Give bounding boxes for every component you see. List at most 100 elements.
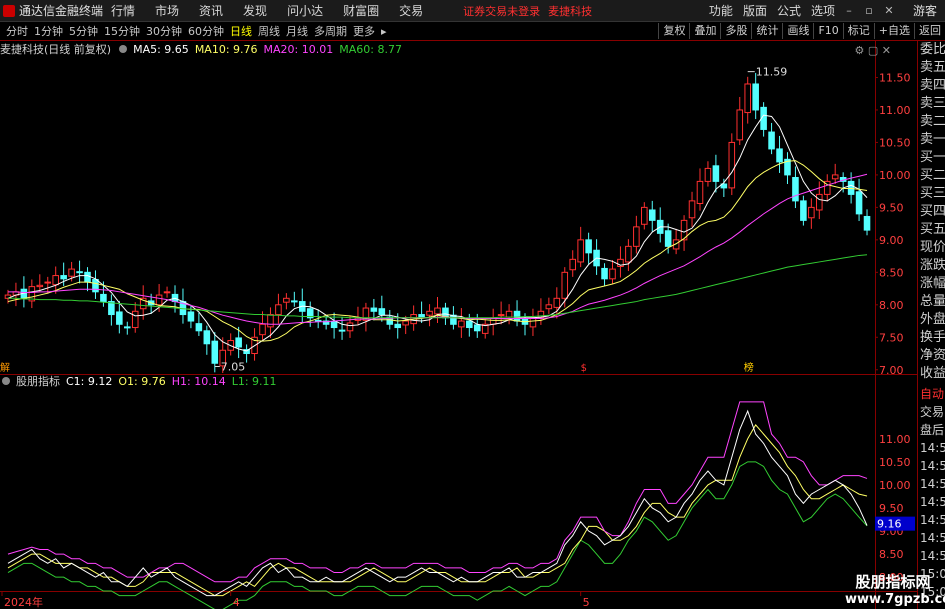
sidebar-lower-item-5[interactable]: 14:56 <box>918 475 945 493</box>
sidebar-lower-item-7[interactable]: 14:56 <box>918 511 945 529</box>
sidebar-lower-item-0[interactable]: 自动 <box>918 385 945 403</box>
candle-body <box>124 326 131 329</box>
tool-add-watchlist[interactable]: +自选 <box>873 23 914 39</box>
menu-function[interactable]: 功能 <box>709 2 733 19</box>
menu-item-wealth[interactable]: 财富圈 <box>343 2 379 19</box>
more-arrow-icon[interactable]: ▸ <box>381 25 387 38</box>
ma10-value: MA10: 9.76 <box>194 42 258 56</box>
candle-body <box>688 200 696 219</box>
time-axis-label: 5 <box>583 596 590 609</box>
tool-overlay[interactable]: 叠加 <box>689 23 720 39</box>
period-30min[interactable]: 30分钟 <box>146 23 182 39</box>
sidebar-item-9[interactable]: 买四 <box>918 203 945 221</box>
sidebar-item-11[interactable]: 现价 <box>918 239 945 257</box>
candle-body <box>60 275 67 280</box>
tool-adjust[interactable]: 复权 <box>658 23 689 39</box>
close-icon[interactable]: ✕ <box>883 4 895 17</box>
candle-body <box>792 177 799 202</box>
menu-item-assistant[interactable]: 问小达 <box>287 2 323 19</box>
sidebar-item-17[interactable]: 净资 <box>918 347 945 365</box>
tool-back[interactable]: 返回 <box>914 23 945 39</box>
indicator-name[interactable]: 股朋指标 <box>16 373 60 389</box>
candle-body <box>728 141 736 189</box>
price-axis-label: 8.00 <box>879 299 904 312</box>
menu-layout[interactable]: 版面 <box>743 2 767 19</box>
sidebar-item-6[interactable]: 买一 <box>918 149 945 167</box>
sidebar-item-2[interactable]: 卖四 <box>918 77 945 95</box>
period-daily[interactable]: 日线 <box>230 23 252 39</box>
sidebar-item-18[interactable]: 收益 <box>918 365 945 383</box>
candle-body <box>338 329 346 332</box>
login-notice[interactable]: 证券交易未登录 <box>463 3 540 19</box>
restore-icon[interactable]: ▫ <box>863 4 875 17</box>
sidebar-lower-item-4[interactable]: 14:56 <box>918 457 945 475</box>
tool-f10[interactable]: F10 <box>813 23 842 39</box>
period-multi[interactable]: 多周期 <box>314 23 347 39</box>
menu-item-news[interactable]: 资讯 <box>199 2 223 19</box>
indicator-h1-line <box>7 401 868 583</box>
price-axis-label: 10.00 <box>879 169 911 182</box>
period-1min[interactable]: 1分钟 <box>34 23 63 39</box>
period-60min[interactable]: 60分钟 <box>188 23 224 39</box>
menu-formula[interactable]: 公式 <box>777 2 801 19</box>
watermark: 股朋指标网 www.7gpzb.com <box>845 571 945 607</box>
period-monthly[interactable]: 月线 <box>286 23 308 39</box>
guest-user[interactable]: 游客 <box>913 2 937 19</box>
candle-body <box>473 324 481 332</box>
candle-body <box>131 310 139 329</box>
candle-body <box>450 314 457 325</box>
menu-item-discover[interactable]: 发现 <box>243 2 267 19</box>
high-price-label: 11.59 <box>756 66 788 79</box>
sidebar-lower-item-8[interactable]: 14:56 <box>918 529 945 547</box>
tool-stats[interactable]: 统计 <box>751 23 782 39</box>
candle-body <box>744 83 751 114</box>
candle-body <box>155 294 163 306</box>
period-toolbar: 分时 1分钟 5分钟 15分钟 30分钟 60分钟 日线 周线 月线 多周期 更… <box>0 22 945 41</box>
period-5min[interactable]: 5分钟 <box>69 23 98 39</box>
menu-item-quotes[interactable]: 行情 <box>111 2 135 19</box>
menu-item-trade[interactable]: 交易 <box>399 2 423 19</box>
indicator-dot-icon[interactable] <box>2 377 10 385</box>
candle-body <box>816 193 823 211</box>
tool-draw[interactable]: 画线 <box>782 23 813 39</box>
sidebar-lower-item-6[interactable]: 14:56 <box>918 493 945 511</box>
sidebar-lower-item-3[interactable]: 14:56 <box>918 439 945 457</box>
period-more[interactable]: 更多 <box>353 23 375 39</box>
menu-item-market[interactable]: 市场 <box>155 2 179 19</box>
sidebar-item-16[interactable]: 换手 <box>918 329 945 347</box>
kline-chart[interactable]: 11.50 11.00 10.50 10.00 9.50 9.00 8.50 8.00 7.50… <box>0 40 917 609</box>
candle-body <box>529 317 537 328</box>
sidebar-item-3[interactable]: 卖三 <box>918 95 945 113</box>
sidebar-lower-item-9[interactable]: 14:56 <box>918 547 945 565</box>
candle-body <box>291 300 298 303</box>
minimize-icon[interactable]: – <box>843 4 855 17</box>
candle-body <box>116 311 123 325</box>
tool-multi-stock[interactable]: 多股 <box>720 23 751 39</box>
sidebar-item-12[interactable]: 涨跌 <box>918 257 945 275</box>
period-weekly[interactable]: 周线 <box>258 23 280 39</box>
sidebar-lower-item-2[interactable]: 盘后 <box>918 421 945 439</box>
settings-dot-icon[interactable] <box>119 45 128 53</box>
sidebar-item-8[interactable]: 买三 <box>918 185 945 203</box>
indicator-l1-line <box>7 461 868 609</box>
menu-options[interactable]: 选项 <box>811 2 835 19</box>
sidebar-item-0[interactable]: 委比 <box>918 41 945 59</box>
period-15min[interactable]: 15分钟 <box>104 23 140 39</box>
candle-body <box>497 314 505 317</box>
period-intraday[interactable]: 分时 <box>6 23 28 39</box>
tool-mark[interactable]: 标记 <box>842 23 874 39</box>
sidebar-item-7[interactable]: 买二 <box>918 167 945 185</box>
chart-settings-icons[interactable]: ⚙ ▢ ✕ <box>855 44 891 57</box>
sidebar-item-15[interactable]: 外盘 <box>918 311 945 329</box>
sidebar-item-10[interactable]: 买五 <box>918 221 945 239</box>
sidebar-lower-item-1[interactable]: 交易 <box>918 403 945 421</box>
sidebar-item-1[interactable]: 卖五 <box>918 59 945 77</box>
candle-body <box>211 340 219 364</box>
sidebar-item-13[interactable]: 涨幅 <box>918 275 945 293</box>
sidebar-item-14[interactable]: 总量 <box>918 293 945 311</box>
time-axis-line <box>0 591 917 592</box>
candle-body <box>855 191 863 215</box>
sidebar-item-5[interactable]: 卖一 <box>918 131 945 149</box>
sidebar-item-4[interactable]: 卖二 <box>918 113 945 131</box>
candle-body <box>402 320 409 326</box>
